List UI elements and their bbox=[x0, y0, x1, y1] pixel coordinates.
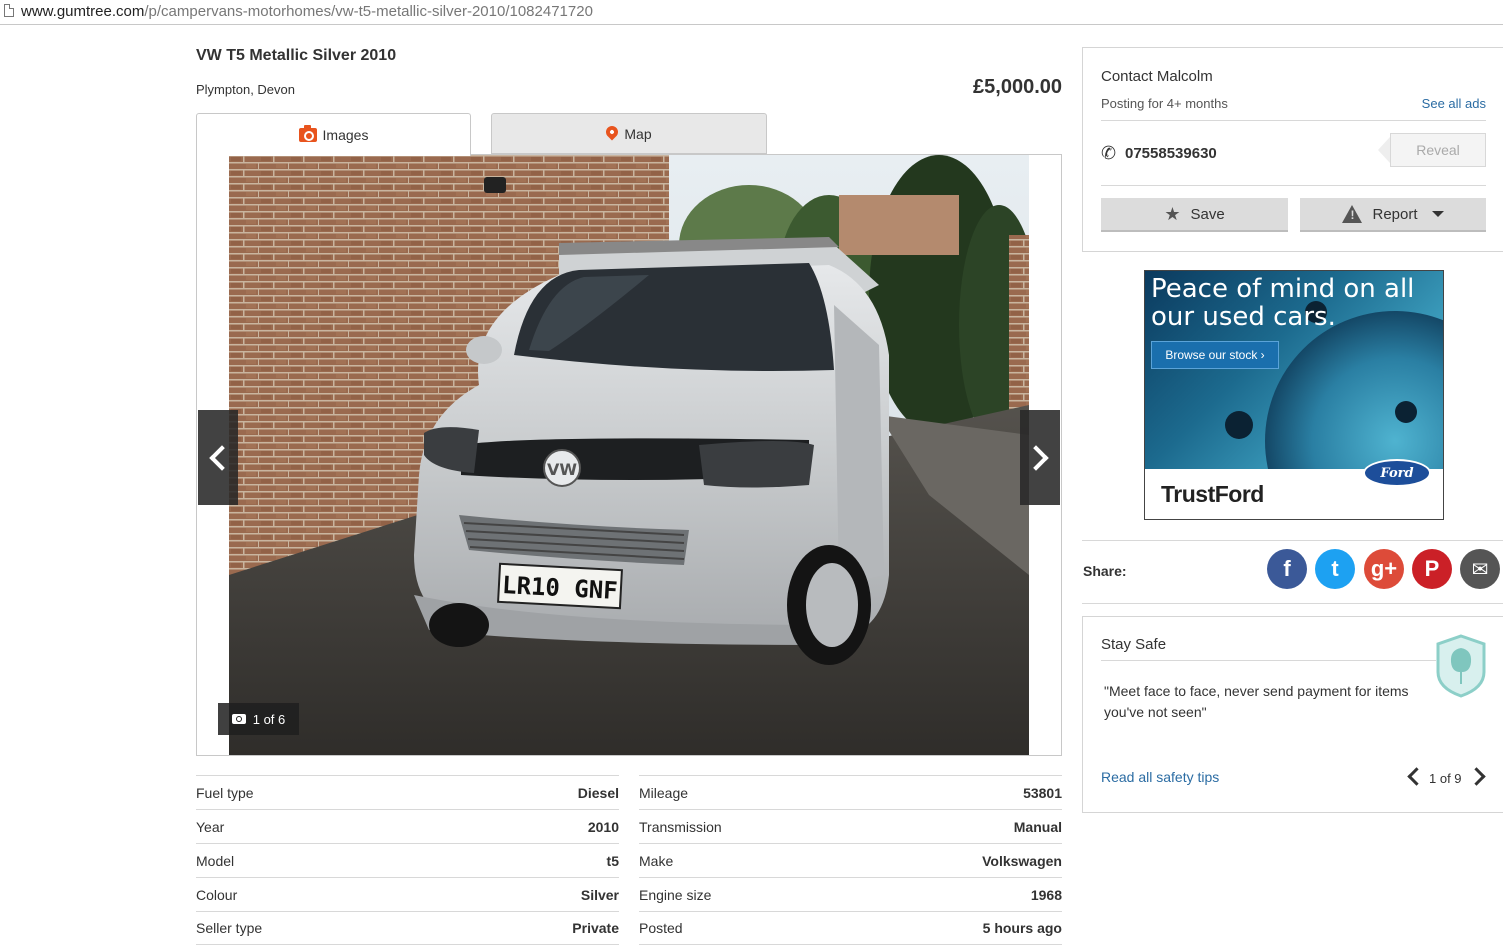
google-plus-share-button[interactable]: g+ bbox=[1364, 549, 1404, 589]
url-host: www.gumtree.com bbox=[21, 3, 145, 20]
divider bbox=[1101, 185, 1486, 186]
safety-pager: 1 of 9 bbox=[1429, 771, 1462, 786]
brake-disc-graphic bbox=[1265, 311, 1443, 469]
tab-map-label: Map bbox=[624, 125, 652, 142]
ford-logo: Ford bbox=[1363, 459, 1431, 487]
attribute-key: Engine size bbox=[639, 886, 712, 903]
save-label: Save bbox=[1190, 205, 1225, 223]
attribute-row: Make Volkswagen bbox=[639, 843, 1062, 877]
attribute-value: 5 hours ago bbox=[982, 920, 1062, 936]
listing-price: £5,000.00 bbox=[973, 76, 1062, 98]
attribute-value: Silver bbox=[580, 886, 619, 903]
safety-tip-quote: "Meet face to face, never send payment f… bbox=[1104, 683, 1409, 720]
chevron-right-icon bbox=[1023, 444, 1049, 471]
chevron-down-icon bbox=[1431, 211, 1444, 217]
posting-duration: Posting for 4+ months bbox=[1101, 96, 1228, 111]
attribute-value: 53801 bbox=[1023, 784, 1062, 801]
browse-stock-button[interactable]: Browse our stock › bbox=[1151, 341, 1279, 369]
advert-brand: TrustFord bbox=[1161, 481, 1264, 507]
attribute-row: Seller type Private bbox=[196, 911, 619, 945]
attribute-value: Volkswagen bbox=[982, 852, 1062, 869]
attribute-row: Model t5 bbox=[196, 843, 619, 877]
attribute-row: Mileage 53801 bbox=[639, 775, 1062, 809]
tab-map[interactable]: Map bbox=[491, 113, 767, 154]
star-icon: ★ bbox=[1164, 203, 1181, 224]
save-button[interactable]: ★ Save bbox=[1101, 198, 1288, 232]
attribute-key: Year bbox=[196, 818, 225, 835]
see-all-ads-link[interactable]: See all ads bbox=[1400, 96, 1486, 111]
disc-hole bbox=[1395, 401, 1417, 423]
warning-icon bbox=[1342, 205, 1363, 223]
listing-title: VW T5 Metallic Silver 2010 bbox=[196, 47, 397, 64]
divider bbox=[1101, 120, 1486, 121]
address-bar[interactable]: www.gumtree.com/p/campervans-motorhomes/… bbox=[0, 0, 1503, 25]
share-label: Share: bbox=[1083, 563, 1127, 579]
image-counter: 1 of 6 bbox=[218, 703, 299, 735]
attribute-key: Posted bbox=[639, 920, 683, 936]
page-icon bbox=[4, 4, 14, 17]
email-share-button[interactable]: ✉ bbox=[1460, 549, 1500, 589]
pinterest-share-button[interactable]: P bbox=[1412, 549, 1452, 589]
attribute-value: 1968 bbox=[1030, 886, 1062, 903]
tab-images-label: Images bbox=[322, 127, 369, 143]
attribute-row: Transmission Manual bbox=[639, 809, 1062, 843]
divider bbox=[1082, 603, 1503, 604]
svg-text:VW: VW bbox=[547, 460, 577, 479]
image-counter-text: 1 of 6 bbox=[252, 711, 286, 727]
attribute-key: Seller type bbox=[196, 920, 263, 936]
twitter-share-button[interactable]: t bbox=[1315, 549, 1355, 589]
report-button[interactable]: Report bbox=[1300, 198, 1486, 232]
advert-banner[interactable]: Peace of mind on all our used cars. Brow… bbox=[1144, 270, 1444, 520]
attribute-key: Make bbox=[639, 852, 674, 869]
attribute-row: Engine size 1968 bbox=[639, 877, 1062, 911]
twitter-icon: t bbox=[1331, 556, 1339, 581]
camera-icon bbox=[231, 714, 246, 724]
attributes-left: Fuel type Diesel Year 2010 Model t5 Colour S… bbox=[196, 775, 619, 945]
attribute-value: Private bbox=[572, 920, 619, 936]
attribute-key: Colour bbox=[196, 886, 238, 903]
attribute-value: 2010 bbox=[587, 818, 619, 835]
attribute-key: Transmission bbox=[639, 818, 722, 835]
attribute-value: t5 bbox=[606, 852, 619, 869]
listing-photo[interactable]: VW LR10 GNF bbox=[229, 155, 1029, 755]
phone-icon: ✆ bbox=[1101, 143, 1117, 163]
contact-name: Contact Malcolm bbox=[1101, 68, 1213, 85]
url-path: /p/campervans-motorhomes/vw-t5-metallic-… bbox=[144, 3, 593, 20]
gallery-next-button[interactable] bbox=[1020, 410, 1060, 505]
reveal-arrow bbox=[1378, 137, 1390, 163]
attribute-row: Year 2010 bbox=[196, 809, 619, 843]
advert-headline: Peace of mind on all our used cars. bbox=[1151, 274, 1415, 332]
report-label: Report bbox=[1372, 205, 1418, 223]
camera-icon bbox=[298, 125, 317, 142]
facebook-icon: f bbox=[1283, 556, 1291, 581]
attribute-row: Posted 5 hours ago bbox=[639, 911, 1062, 945]
attribute-key: Mileage bbox=[639, 784, 689, 801]
attributes-right: Mileage 53801 Transmission Manual Make Volk… bbox=[639, 775, 1062, 945]
chevron-left-icon bbox=[209, 444, 235, 471]
google-plus-icon: g+ bbox=[1370, 556, 1398, 581]
email-icon: ✉ bbox=[1471, 558, 1489, 581]
attribute-key: Fuel type bbox=[196, 784, 254, 801]
divider bbox=[1101, 660, 1436, 661]
gallery-prev-button[interactable] bbox=[198, 410, 238, 505]
attribute-row: Fuel type Diesel bbox=[196, 775, 619, 809]
attribute-row: Colour Silver bbox=[196, 877, 619, 911]
attribute-value: Manual bbox=[1013, 818, 1062, 835]
reveal-button[interactable]: Reveal bbox=[1390, 133, 1486, 167]
disc-hole bbox=[1225, 411, 1253, 439]
read-safety-tips-link[interactable]: Read all safety tips bbox=[1101, 769, 1219, 785]
map-pin-icon bbox=[603, 123, 621, 140]
facebook-share-button[interactable]: f bbox=[1267, 549, 1307, 589]
listing-location: Plympton, Devon bbox=[196, 82, 295, 97]
attribute-key: Model bbox=[196, 852, 235, 869]
attribute-value: Diesel bbox=[577, 784, 619, 801]
phone-number: 07558539630 bbox=[1125, 145, 1217, 162]
tab-images[interactable]: Images bbox=[196, 113, 471, 156]
divider bbox=[1082, 540, 1503, 541]
shield-icon bbox=[1436, 634, 1486, 698]
stay-safe-title: Stay Safe bbox=[1101, 636, 1167, 653]
url-text[interactable]: www.gumtree.com/p/campervans-motorhomes/… bbox=[21, 3, 593, 20]
pinterest-icon: P bbox=[1424, 556, 1440, 581]
